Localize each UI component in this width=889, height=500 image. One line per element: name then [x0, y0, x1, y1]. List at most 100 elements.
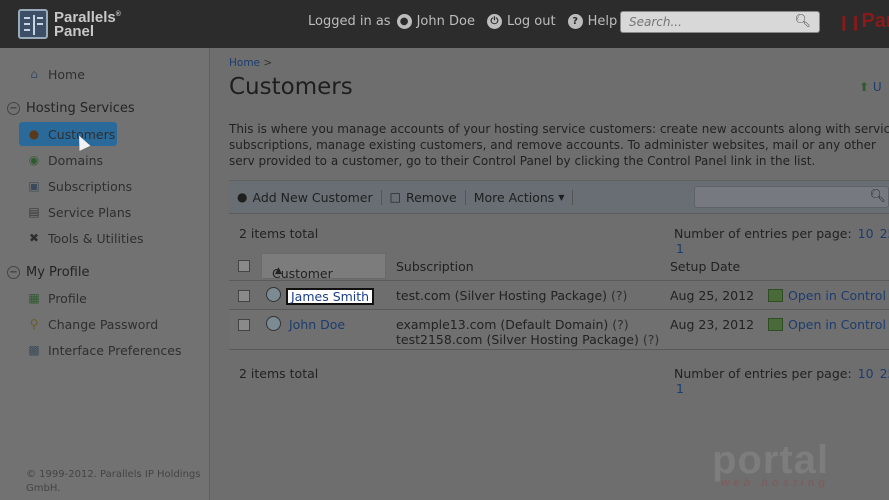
items-total: 2 items total	[239, 366, 319, 381]
breadcrumb-home-link[interactable]: Home	[229, 57, 260, 69]
help-question-icon[interactable]: (?)	[612, 317, 628, 332]
help-question-icon[interactable]: (?)	[611, 288, 627, 303]
sidebar-item-interface-preferences[interactable]: ▩ Interface Preferences	[26, 342, 181, 358]
entries-per-page-label: Number of entries per page:	[674, 226, 852, 241]
logout-label[interactable]: Log out	[507, 14, 556, 29]
more-actions-button[interactable]: More Actions ▼	[466, 189, 574, 205]
profile-icon: ▦	[28, 291, 40, 305]
remove-button[interactable]: □ Remove	[382, 189, 466, 205]
add-user-icon: ●	[237, 190, 248, 204]
corner-brand: ❙❙Par	[838, 10, 889, 33]
page-size-10-link[interactable]: 10	[858, 366, 874, 381]
section-hosting-services[interactable]: − Hosting Services	[7, 101, 135, 116]
column-subscription[interactable]: Subscription	[396, 259, 474, 274]
help-icon: ?	[567, 14, 583, 29]
sidebar-item-service-plans[interactable]: ▤ Service Plans	[26, 204, 131, 220]
customer-name-link[interactable]: John Doe	[289, 317, 345, 332]
sidebar-item-label: Domains	[48, 152, 104, 168]
watermark-subtext: web hosting	[720, 477, 830, 489]
customer-name-link[interactable]: James Smith	[286, 288, 375, 305]
entries-per-page-label: Number of entries per page:	[674, 366, 852, 381]
add-new-customer-label: Add New Customer	[252, 189, 373, 205]
sidebar-item-label: Interface Preferences	[48, 342, 182, 358]
sort-customer-name[interactable]: Customer Name ▲	[261, 253, 386, 296]
page-size-25-link[interactable]: 25	[880, 226, 889, 241]
page-size-selector: Number of entries per page: 10 25 1	[674, 366, 889, 396]
status-icon	[266, 316, 281, 331]
help-question-icon[interactable]: (?)	[643, 332, 659, 347]
sort-up-icon: ▲	[275, 266, 282, 276]
page-size-100-link[interactable]: 1	[676, 381, 684, 396]
status-icon	[266, 287, 281, 302]
copyright: © 1999-2012. Parallels IP Holdings GmbH.	[26, 469, 201, 494]
top-bar: Parallels® Panel Logged in as ● John Doe…	[0, 0, 889, 48]
collapse-icon[interactable]: −	[7, 102, 20, 115]
user-icon: ●	[28, 127, 40, 141]
page-size-10-link[interactable]: 10	[858, 226, 874, 241]
upload-link[interactable]: ⬆ U	[859, 80, 882, 94]
logged-in-info: Logged in as ● John Doe	[308, 14, 475, 29]
logged-in-label: Logged in as	[308, 14, 391, 29]
section-title: Hosting Services	[26, 101, 135, 116]
parallels-logo[interactable]: Parallels® Panel	[18, 8, 121, 39]
sidebar-item-customers[interactable]: ● Customers	[19, 122, 117, 146]
control-panel-icon	[768, 318, 783, 331]
collapse-icon[interactable]: −	[7, 266, 20, 279]
page-size-25-link[interactable]: 25	[880, 366, 889, 381]
sidebar-item-label: Profile	[48, 290, 87, 306]
open-control-panel-link[interactable]: Open in Control P	[768, 288, 889, 303]
toolbar: ● Add New Customer □ Remove More Actions…	[229, 180, 889, 214]
subscription-icon: ▣	[28, 179, 40, 193]
corner-brand-bars-icon: ❙❙	[838, 14, 862, 30]
home-icon: ⌂	[30, 67, 38, 81]
setup-date: Aug 25, 2012	[670, 288, 755, 303]
search-input[interactable]	[621, 12, 791, 32]
search-icon[interactable]: 🔍︎	[794, 14, 811, 29]
sidebar-item-label: Tools & Utilities	[48, 230, 144, 246]
open-control-panel-link[interactable]: Open in Control P	[768, 317, 889, 332]
row-checkbox[interactable]	[238, 290, 250, 302]
sidebar-item-tools-utilities[interactable]: ✖ Tools & Utilities	[26, 230, 144, 246]
select-all-checkbox[interactable]	[238, 260, 250, 272]
control-panel-icon	[768, 289, 783, 302]
subscription-cell: example13.com (Default Domain) (?) test2…	[396, 317, 659, 347]
sidebar-item-domains[interactable]: ◉ Domains	[26, 152, 103, 168]
globe-icon: ◉	[28, 153, 40, 167]
list-search-field[interactable]: 🔍︎	[694, 186, 889, 208]
sidebar-item-label: Subscriptions	[48, 178, 133, 194]
up-arrow-icon: ⬆	[859, 80, 870, 94]
section-my-profile[interactable]: − My Profile	[7, 265, 89, 280]
current-user-name[interactable]: John Doe	[417, 14, 475, 29]
more-actions-label: More Actions	[473, 189, 555, 205]
sidebar-item-subscriptions[interactable]: ▣ Subscriptions	[26, 178, 132, 194]
section-title: My Profile	[26, 265, 90, 280]
sidebar: ⌂ Home − Hosting Services ● Customers ◉ …	[0, 48, 210, 500]
sidebar-item-label: Service Plans	[48, 204, 132, 220]
brand-name: Parallels® Panel	[54, 9, 121, 40]
sidebar-item-profile[interactable]: ▦ Profile	[26, 290, 87, 306]
upload-link-label: U	[872, 80, 882, 94]
subscription-value: example13.com (Default Domain)	[396, 317, 609, 332]
sidebar-item-home[interactable]: ⌂ Home	[26, 66, 85, 82]
row-checkbox[interactable]	[238, 319, 250, 331]
items-total: 2 items total	[239, 226, 319, 241]
setup-date: Aug 23, 2012	[670, 317, 755, 332]
customers-table: Customer Name ▲ Subscription Setup Date …	[229, 251, 889, 350]
help-label[interactable]: Help	[588, 14, 618, 29]
sidebar-item-change-password[interactable]: ⚲ Change Password	[26, 316, 159, 332]
table-row: John Doe example13.com (Default Domain) …	[229, 310, 889, 350]
search-icon[interactable]: 🔍︎	[869, 189, 886, 204]
remove-label: Remove	[405, 189, 457, 205]
logout-link[interactable]: ⏻ Log out	[486, 14, 556, 29]
add-new-customer-button[interactable]: ● Add New Customer	[229, 189, 382, 205]
breadcrumb: Home >	[229, 57, 272, 69]
open-control-panel-label: Open in Control P	[788, 288, 889, 303]
chevron-down-icon: ▼	[558, 192, 565, 202]
sidebar-item-label: Home	[48, 66, 85, 82]
main-content: Home > Customers ⬆ U This is where you m…	[211, 48, 889, 500]
tools-icon: ✖	[28, 231, 40, 245]
column-setup-date[interactable]: Setup Date	[670, 259, 740, 274]
power-icon: ⏻	[486, 14, 502, 29]
portal-watermark: portal web hosting	[712, 438, 829, 489]
help-link[interactable]: ? Help	[567, 14, 618, 29]
